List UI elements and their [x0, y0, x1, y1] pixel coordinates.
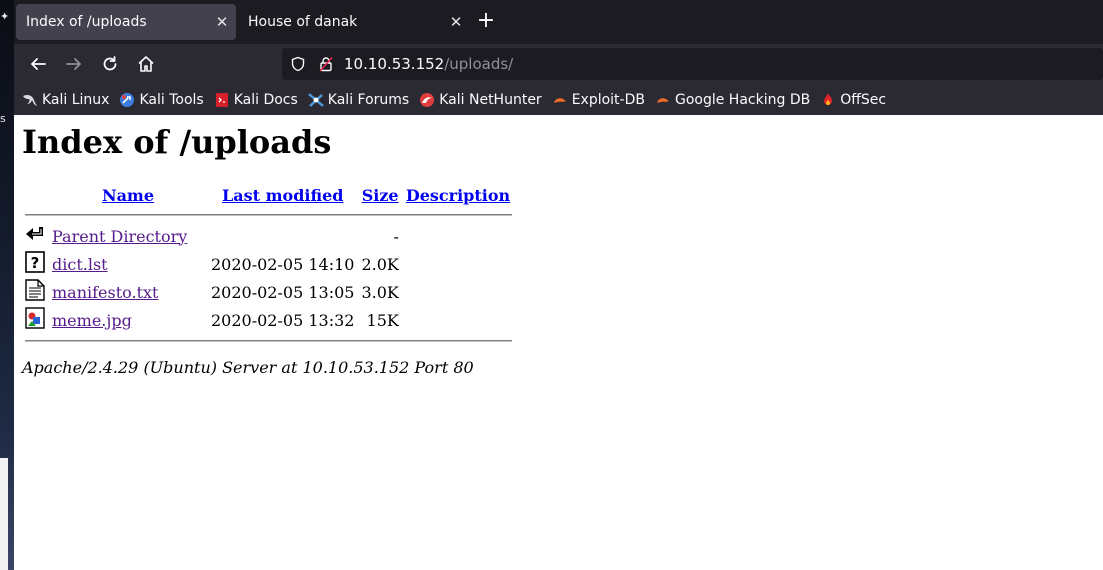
separator-row — [25, 335, 513, 347]
url-path: /uploads/ — [444, 55, 514, 73]
bookmark-label: Kali NetHunter — [439, 91, 542, 108]
bookmark-kali-docs[interactable]: Kali Docs — [214, 92, 298, 108]
exploit-db-icon — [553, 97, 566, 103]
tab-index-uploads[interactable]: Index of /uploads ✕ — [16, 4, 236, 40]
unknown-file-icon: ? — [25, 251, 45, 273]
shield-icon[interactable] — [290, 56, 306, 72]
reload-button[interactable] — [96, 50, 124, 78]
column-header-last-modified: Last modified — [209, 183, 356, 207]
svg-text:?: ? — [31, 254, 40, 272]
text-file-icon — [25, 279, 45, 301]
sort-by-size-link[interactable]: Size — [362, 186, 399, 205]
row-description — [404, 251, 512, 277]
row-description — [404, 279, 512, 305]
row-description — [404, 307, 512, 333]
file-link-dict-lst[interactable]: dict.lst — [52, 255, 108, 274]
file-link-manifesto-txt[interactable]: manifesto.txt — [52, 283, 158, 302]
bookmark-label: Kali Linux — [42, 91, 110, 108]
home-button[interactable] — [132, 50, 160, 78]
bookmark-kali-linux[interactable]: Kali Linux — [22, 92, 109, 108]
table-header-row: Name Last modified Size Description — [25, 183, 512, 207]
bookmark-label: Kali Forums — [327, 91, 410, 108]
image-file-icon — [25, 307, 45, 329]
close-tab-icon[interactable]: ✕ — [208, 13, 236, 31]
server-signature: Apache/2.4.29 (Ubuntu) Server at 10.10.5… — [22, 358, 474, 377]
desktop-edge-panel — [0, 458, 8, 570]
column-header-description: Description — [404, 183, 512, 207]
sort-by-last-modified-link[interactable]: Last modified — [222, 186, 343, 205]
table-row: Parent Directory - — [25, 223, 512, 249]
column-header-size: Size — [359, 183, 400, 207]
bookmark-label: Kali Docs — [233, 91, 298, 108]
close-tab-icon[interactable]: ✕ — [442, 13, 470, 31]
parent-directory-link[interactable]: Parent Directory — [52, 227, 187, 246]
row-modified: 2020-02-05 13:05 — [211, 282, 355, 302]
table-row: ? dict.lst 2020-02-05 14:10 2.0K — [25, 251, 512, 277]
page-content: Index of /uploads Name Last modified Siz… — [14, 115, 1103, 570]
kali-forums-icon — [308, 92, 324, 107]
page-title: Index of /uploads — [22, 123, 332, 161]
row-size: 3.0K — [361, 282, 399, 302]
back-arrow-icon — [26, 227, 43, 240]
row-size: 15K — [366, 310, 399, 330]
navigation-toolbar: 10.10.53.152/uploads/ — [14, 44, 1103, 84]
separator-row — [25, 209, 513, 221]
tab-title: House of danak — [248, 14, 358, 30]
table-row: manifesto.txt 2020-02-05 13:05 3.0K — [25, 279, 512, 305]
edge-glyph: s — [0, 112, 6, 125]
reload-icon — [103, 56, 117, 71]
url-bar[interactable]: 10.10.53.152/uploads/ — [282, 48, 1103, 80]
row-modified: 2020-02-05 14:10 — [211, 254, 355, 274]
bookmark-label: OffSec — [840, 91, 887, 108]
directory-listing-table: Name Last modified Size Description Pare… — [22, 181, 515, 349]
kali-nethunter-icon — [420, 92, 435, 107]
desktop-edge: ✦ s — [0, 0, 14, 570]
bookmark-label: Exploit-DB — [571, 91, 645, 108]
kali-dragon-icon — [23, 94, 37, 106]
bookmark-kali-nethunter[interactable]: Kali NetHunter — [419, 91, 542, 108]
row-modified — [209, 223, 356, 249]
separator-line — [25, 214, 513, 216]
bookmarks-toolbar: Kali Linux Kali Tools Kali Docs Kali For… — [14, 84, 1103, 115]
edge-glyph: ✦ — [0, 10, 10, 23]
arrow-right-icon — [66, 58, 81, 70]
offsec-icon — [824, 92, 833, 105]
back-button[interactable] — [24, 50, 52, 78]
bookmark-offsec[interactable]: OffSec — [820, 92, 886, 108]
tab-bar: Index of /uploads ✕ House of danak ✕ + — [14, 0, 1103, 44]
browser-window: Index of /uploads ✕ House of danak ✕ + 1… — [14, 0, 1103, 570]
table-row: meme.jpg 2020-02-05 13:32 15K — [25, 307, 512, 333]
sort-by-description-link[interactable]: Description — [406, 186, 510, 205]
bookmark-google-hacking-db[interactable]: Google Hacking DB — [655, 92, 810, 108]
row-description — [404, 223, 512, 249]
sort-by-name-link[interactable]: Name — [102, 186, 154, 205]
row-size: 2.0K — [361, 254, 399, 274]
bookmark-kali-forums[interactable]: Kali Forums — [308, 92, 409, 108]
row-modified: 2020-02-05 13:32 — [211, 310, 355, 330]
bookmark-label: Kali Tools — [139, 91, 204, 108]
separator-line — [25, 340, 513, 342]
arrow-left-icon — [31, 58, 46, 70]
url-host: 10.10.53.152 — [344, 55, 445, 73]
kali-docs-icon — [215, 92, 228, 107]
row-size: - — [393, 226, 399, 246]
home-icon — [138, 56, 154, 72]
new-tab-button[interactable]: + — [472, 8, 500, 36]
tab-title: Index of /uploads — [26, 14, 147, 30]
url-text: 10.10.53.152/uploads/ — [344, 55, 513, 73]
forward-button[interactable] — [60, 50, 88, 78]
insecure-lock-icon[interactable] — [318, 56, 334, 72]
icon-header — [25, 183, 47, 207]
google-hacking-db-icon — [656, 97, 669, 103]
bookmark-exploit-db[interactable]: Exploit-DB — [552, 92, 645, 108]
tab-house-of-danak[interactable]: House of danak ✕ — [238, 4, 470, 40]
bookmark-label: Google Hacking DB — [674, 91, 811, 108]
bookmark-kali-tools[interactable]: Kali Tools — [119, 91, 204, 108]
column-header-name: Name — [50, 183, 206, 207]
kali-tools-icon — [120, 92, 135, 107]
file-link-meme-jpg[interactable]: meme.jpg — [52, 311, 132, 330]
